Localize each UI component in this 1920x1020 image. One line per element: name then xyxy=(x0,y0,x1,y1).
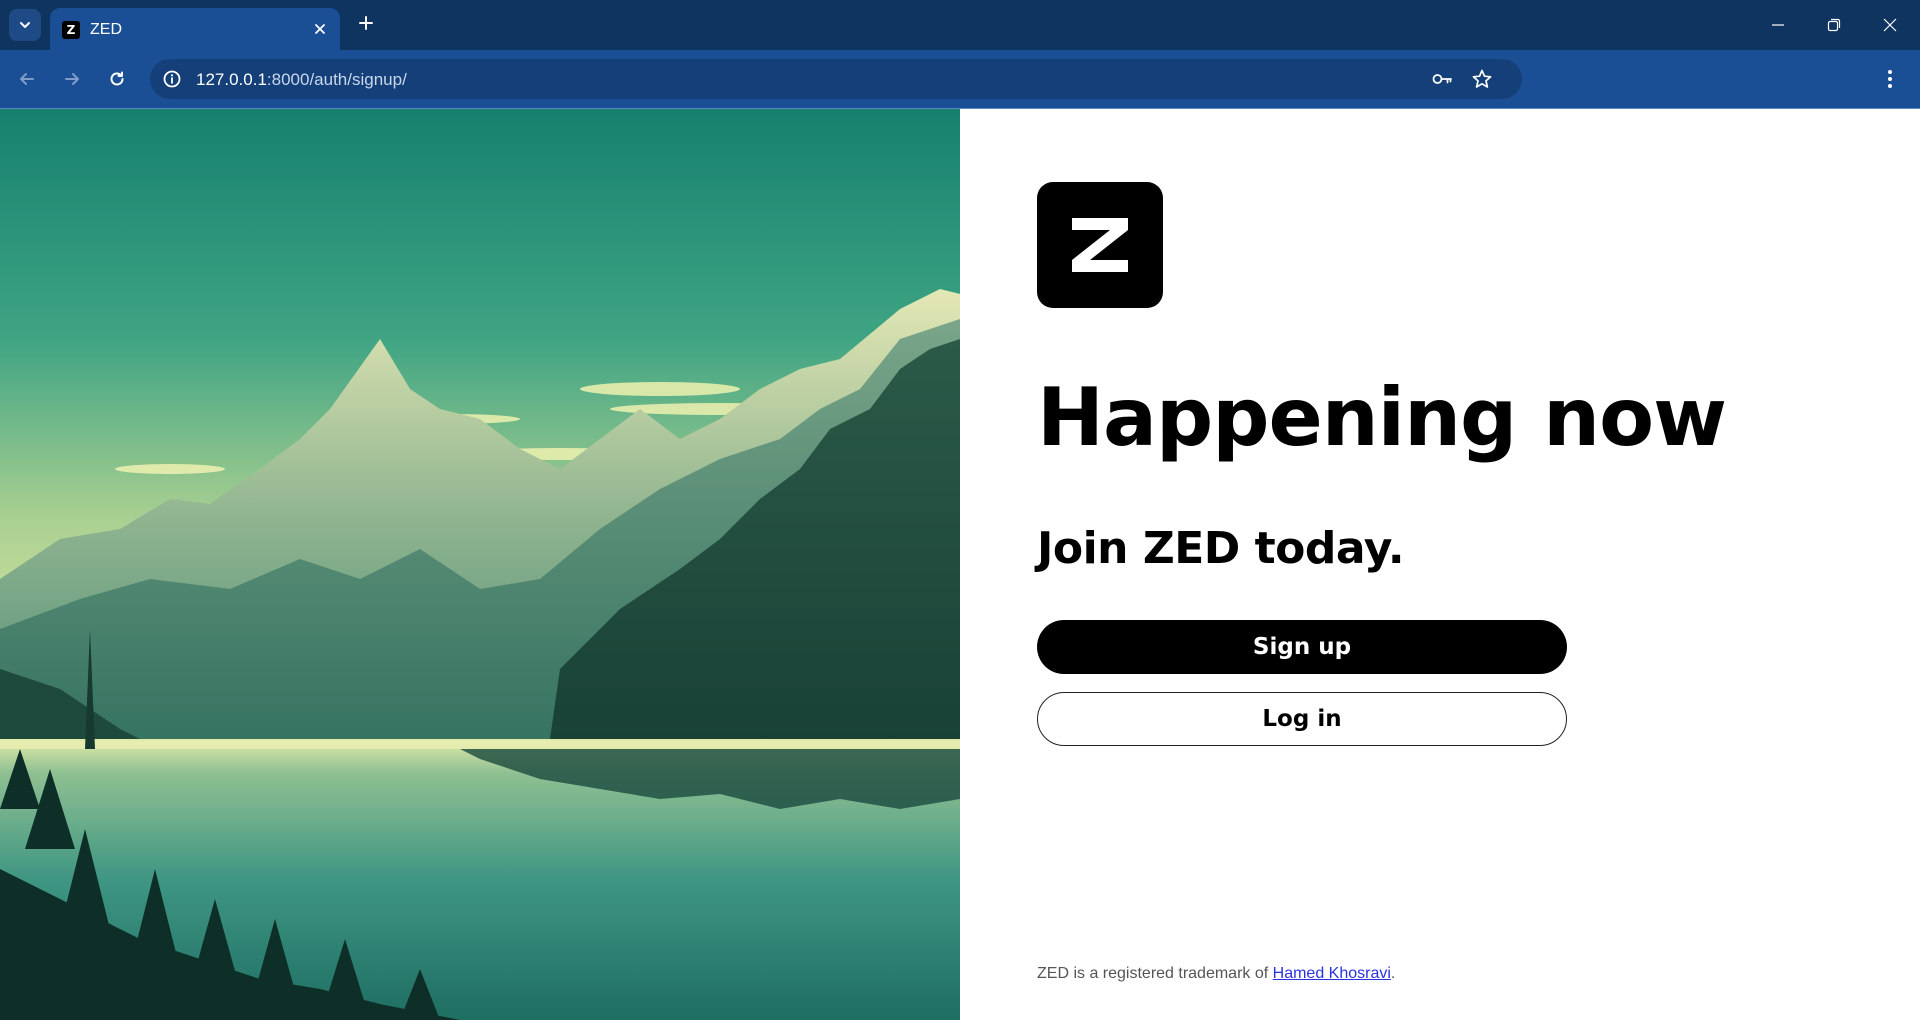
back-button[interactable] xyxy=(13,65,41,93)
zed-logo xyxy=(1037,182,1163,308)
restore-button[interactable] xyxy=(1806,0,1862,50)
password-manager-button[interactable] xyxy=(1430,67,1454,91)
url-host: 127.0.0.1 xyxy=(196,70,267,89)
bookmark-button[interactable] xyxy=(1470,67,1494,91)
footer-suffix: . xyxy=(1390,965,1396,982)
browser-menu-button[interactable] xyxy=(1876,65,1904,93)
footer-text: ZED is a registered trademark of xyxy=(1037,965,1273,982)
star-icon xyxy=(1472,69,1492,88)
reload-button[interactable] xyxy=(103,65,131,93)
page-subheading: Join ZED today. xyxy=(1037,523,1405,574)
z-logo-icon xyxy=(1072,218,1128,272)
page-headline: Happening now xyxy=(1037,371,1727,464)
browser-toolbar: 127.0.0.1:8000/auth/signup/ xyxy=(0,50,1920,108)
auth-panel: Happening now Join ZED today. Sign up Lo… xyxy=(960,109,1920,1020)
address-bar[interactable]: 127.0.0.1:8000/auth/signup/ xyxy=(150,59,1522,99)
tab-close-button[interactable] xyxy=(310,19,330,39)
author-link[interactable]: Hamed Khosravi xyxy=(1273,965,1391,982)
restore-icon xyxy=(1827,18,1841,32)
reload-icon xyxy=(110,71,124,86)
kebab-icon xyxy=(1888,70,1892,88)
arrow-right-icon xyxy=(65,73,79,85)
hero-landscape-image xyxy=(0,109,960,1020)
minimize-button[interactable] xyxy=(1750,0,1806,50)
new-tab-button[interactable] xyxy=(353,10,379,36)
tab-favicon: Z xyxy=(62,21,80,39)
chevron-down-icon xyxy=(20,22,30,28)
browser-tab[interactable]: Z ZED xyxy=(50,8,340,50)
site-info-button[interactable] xyxy=(160,67,184,91)
key-icon xyxy=(1432,74,1452,84)
info-icon xyxy=(163,70,181,88)
close-window-button[interactable] xyxy=(1862,0,1918,50)
footer-trademark: ZED is a registered trademark of Hamed K… xyxy=(1037,965,1395,983)
close-icon xyxy=(1883,18,1897,32)
tab-search-button[interactable] xyxy=(9,9,41,41)
minimize-icon xyxy=(1772,24,1784,26)
login-button[interactable]: Log in xyxy=(1037,692,1567,746)
arrow-left-icon xyxy=(20,73,34,85)
signup-button[interactable]: Sign up xyxy=(1037,620,1567,674)
forward-button[interactable] xyxy=(58,65,86,93)
address-url[interactable]: 127.0.0.1:8000/auth/signup/ xyxy=(196,70,407,90)
browser-titlebar: Z ZED xyxy=(0,0,1920,50)
tab-title: ZED xyxy=(90,21,122,38)
url-path: :8000/auth/signup/ xyxy=(266,70,407,89)
close-icon xyxy=(315,24,325,34)
plus-icon xyxy=(359,16,373,30)
